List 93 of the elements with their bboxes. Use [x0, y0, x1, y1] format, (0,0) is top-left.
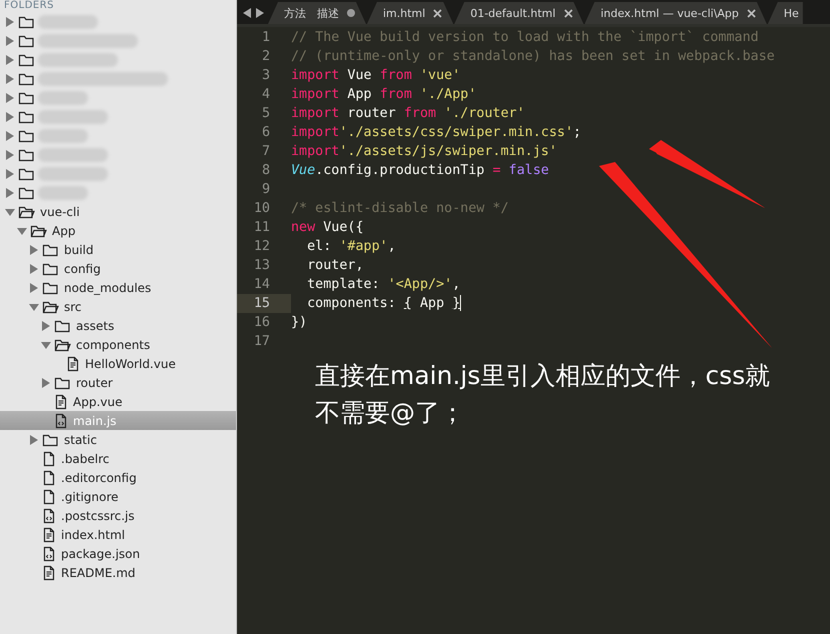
file-icon — [42, 488, 56, 504]
editor-tab[interactable]: im.html — [367, 2, 454, 24]
text-file-icon — [42, 564, 56, 580]
sidebar-header: FOLDERS — [3, 0, 56, 12]
code-line: /* eslint-disable no-new */ — [291, 200, 509, 218]
code-line: components: { App } — [306, 294, 462, 313]
file-icon — [42, 470, 56, 486]
line-number: 9 — [260, 181, 271, 199]
line-number: 14 — [252, 276, 271, 294]
file-name[interactable]: .postcssrc.js — [59, 508, 136, 522]
editor-tab[interactable]: He — [768, 2, 803, 24]
current-line-number: 15 — [237, 294, 291, 313]
folder-name[interactable]: src — [62, 300, 84, 314]
collapsed-arrow-icon[interactable] — [5, 130, 15, 140]
collapsed-arrow-icon[interactable] — [5, 92, 15, 102]
folder-name[interactable]: static — [62, 432, 99, 446]
expanded-arrow-icon[interactable] — [5, 206, 15, 216]
editor-tab[interactable]: 01-default.html — [454, 2, 584, 24]
folder-name[interactable]: components — [74, 338, 152, 352]
code-line: import'./assets/js/swiper.min.js' — [291, 143, 558, 161]
annotation-text: 直接在main.js里引入相应的文件，css就不需要@了； — [315, 360, 772, 429]
line-number: 4 — [260, 86, 271, 104]
folder-name[interactable]: router — [74, 376, 115, 390]
expanded-arrow-icon[interactable] — [29, 302, 39, 312]
code-line: Vue.config.productionTip = false — [291, 162, 549, 180]
expanded-arrow-icon[interactable] — [17, 226, 27, 236]
collapsed-arrow-icon[interactable] — [29, 282, 39, 292]
code-line: }) — [291, 314, 308, 332]
line-number: 1 — [260, 29, 271, 47]
left-arrow-icon[interactable] — [243, 8, 251, 18]
folder-name[interactable]: assets — [74, 318, 116, 332]
code-line: router, — [306, 257, 364, 275]
collapsed-arrow-icon[interactable] — [5, 188, 15, 198]
text-file-icon — [66, 356, 80, 372]
collapsed-arrow-icon[interactable] — [29, 244, 39, 254]
line-number: 12 — [252, 238, 271, 256]
line-number: 7 — [260, 143, 271, 161]
right-arrow-icon[interactable] — [256, 8, 264, 18]
code-file-icon — [54, 412, 68, 428]
folder-name[interactable]: node_modules — [62, 280, 154, 294]
line-number: 16 — [252, 314, 271, 332]
collapsed-arrow-icon[interactable] — [41, 378, 51, 388]
file-name[interactable]: package.json — [59, 546, 142, 560]
code-line: template: '<App/>', — [306, 276, 460, 294]
file-name[interactable]: HelloWorld.vue — [83, 356, 178, 370]
file-name[interactable]: .editorconfig — [59, 470, 139, 484]
code-file-icon — [42, 508, 56, 524]
collapsed-arrow-icon[interactable] — [5, 74, 15, 84]
code-file-icon — [42, 546, 56, 562]
line-number: 13 — [252, 257, 271, 275]
file-name[interactable]: .babelrc — [59, 452, 112, 466]
editor-tab[interactable]: 方法 描述 — [268, 2, 366, 24]
close-icon[interactable] — [564, 8, 573, 18]
code-line: import App from './App' — [291, 86, 476, 104]
folder-name[interactable]: config — [62, 262, 103, 276]
line-number: 11 — [252, 219, 271, 237]
file-name[interactable]: README.md — [59, 566, 138, 580]
collapsed-arrow-icon[interactable] — [29, 264, 39, 274]
line-number: 17 — [252, 333, 271, 351]
line-number: 10 — [252, 200, 271, 218]
collapsed-arrow-icon[interactable] — [41, 320, 51, 330]
line-number: 6 — [260, 124, 271, 142]
folder-name[interactable]: vue-cli — [38, 204, 82, 218]
collapsed-arrow-icon[interactable] — [5, 150, 15, 160]
close-icon[interactable] — [746, 8, 756, 18]
line-number: 8 — [260, 162, 271, 180]
line-number: 2 — [260, 48, 271, 66]
file-icon — [42, 450, 56, 466]
collapsed-arrow-icon[interactable] — [5, 112, 15, 122]
collapsed-arrow-icon[interactable] — [5, 54, 15, 64]
code-line: new Vue({ — [291, 219, 364, 237]
code-line: // The Vue build version to load with the `import` command — [291, 29, 759, 47]
collapsed-arrow-icon[interactable] — [5, 168, 15, 178]
collapsed-arrow-icon[interactable] — [5, 36, 15, 46]
line-number: 3 — [260, 67, 271, 85]
collapsed-arrow-icon[interactable] — [5, 16, 15, 26]
text-file-icon — [42, 526, 56, 542]
code-line: import router from './router' — [291, 105, 525, 123]
folder-name[interactable]: build — [62, 242, 96, 256]
expanded-arrow-icon[interactable] — [41, 340, 51, 350]
collapsed-arrow-icon[interactable] — [29, 434, 39, 444]
code-line: el: '#app', — [306, 238, 396, 256]
folder-name[interactable]: App — [50, 224, 78, 238]
line-number: 5 — [260, 105, 271, 123]
text-file-icon — [54, 394, 68, 410]
code-line: import'./assets/css/swiper.min.css'; — [291, 124, 582, 142]
file-name[interactable]: index.html — [59, 528, 127, 542]
code-line: import Vue from 'vue' — [291, 67, 460, 85]
close-icon[interactable] — [433, 8, 442, 18]
editor-tab[interactable]: index.html — vue-cli\App — [584, 2, 767, 24]
file-name[interactable]: .gitignore — [59, 490, 120, 504]
file-name[interactable]: App.vue — [71, 394, 124, 408]
code-line: // (runtime-only or standalone) has been set in webpack.base — [291, 48, 775, 66]
